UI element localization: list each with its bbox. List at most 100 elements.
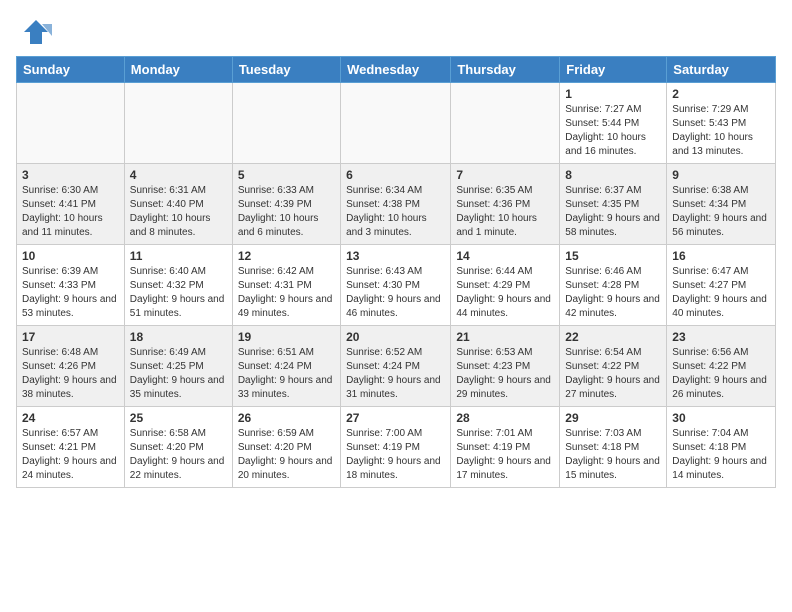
day-cell: 27 Sunrise: 7:00 AM Sunset: 4:19 PM Dayli… xyxy=(341,407,451,488)
day-info: Sunrise: 6:58 AM Sunset: 4:20 PM Dayligh… xyxy=(130,427,227,483)
day-number: 12 xyxy=(238,249,335,263)
day-number: 29 xyxy=(565,411,661,425)
day-info: Sunrise: 6:56 AM Sunset: 4:22 PM Dayligh… xyxy=(672,346,770,402)
day-number: 13 xyxy=(346,249,445,263)
day-info: Sunrise: 6:59 AM Sunset: 4:20 PM Dayligh… xyxy=(238,427,335,483)
day-cell: 9 Sunrise: 6:38 AM Sunset: 4:34 PM Daylig… xyxy=(667,164,776,245)
col-header-wednesday: Wednesday xyxy=(341,57,451,83)
day-cell: 7 Sunrise: 6:35 AM Sunset: 4:36 PM Daylig… xyxy=(451,164,560,245)
day-number: 30 xyxy=(672,411,770,425)
day-cell: 13Sunrise: 6:43 AM Sunset: 4:30 PM Dayli… xyxy=(341,245,451,326)
day-info: Sunrise: 6:30 AM Sunset: 4:41 PM Dayligh… xyxy=(22,184,119,240)
col-header-thursday: Thursday xyxy=(451,57,560,83)
day-cell: 3 Sunrise: 6:30 AM Sunset: 4:41 PM Daylig… xyxy=(17,164,125,245)
day-info: Sunrise: 6:53 AM Sunset: 4:23 PM Dayligh… xyxy=(456,346,554,402)
day-info: Sunrise: 7:04 AM Sunset: 4:18 PM Dayligh… xyxy=(672,427,770,483)
day-info: Sunrise: 6:37 AM Sunset: 4:35 PM Dayligh… xyxy=(565,184,661,240)
day-number: 24 xyxy=(22,411,119,425)
logo xyxy=(20,16,52,48)
week-row-2: 10 Sunrise: 6:39 AM Sunset: 4:33 PM Dayli… xyxy=(17,245,776,326)
day-info: Sunrise: 7:03 AM Sunset: 4:18 PM Dayligh… xyxy=(565,427,661,483)
day-info: Sunrise: 7:29 AM Sunset: 5:43 PM Dayligh… xyxy=(672,103,770,159)
day-number: 26 xyxy=(238,411,335,425)
day-cell: 15Sunrise: 6:46 AM Sunset: 4:28 PM Dayli… xyxy=(560,245,667,326)
day-cell: 11 Sunrise: 6:40 AM Sunset: 4:32 PM Dayli… xyxy=(124,245,232,326)
day-cell: 30 Sunrise: 7:04 AM Sunset: 4:18 PM Dayli… xyxy=(667,407,776,488)
day-info: Sunrise: 6:47 AM Sunset: 4:27 PM Dayligh… xyxy=(672,265,770,321)
week-row-3: 17 Sunrise: 6:48 AM Sunset: 4:26 PM Dayli… xyxy=(17,326,776,407)
day-number: 8 xyxy=(565,168,661,182)
day-cell xyxy=(341,83,451,164)
day-info: Sunrise: 6:57 AM Sunset: 4:21 PM Dayligh… xyxy=(22,427,119,483)
day-cell: 4 Sunrise: 6:31 AM Sunset: 4:40 PM Daylig… xyxy=(124,164,232,245)
day-number: 14 xyxy=(456,249,554,263)
day-cell: 29 Sunrise: 7:03 AM Sunset: 4:18 PM Dayli… xyxy=(560,407,667,488)
day-info: Sunrise: 6:42 AM Sunset: 4:31 PM Dayligh… xyxy=(238,265,335,321)
day-cell: 23 Sunrise: 6:56 AM Sunset: 4:22 PM Dayli… xyxy=(667,326,776,407)
day-info: Sunrise: 6:44 AM Sunset: 4:29 PM Dayligh… xyxy=(456,265,554,321)
day-info: Sunrise: 6:33 AM Sunset: 4:39 PM Dayligh… xyxy=(238,184,335,240)
day-info: Sunrise: 6:49 AM Sunset: 4:25 PM Dayligh… xyxy=(130,346,227,402)
day-number: 28 xyxy=(456,411,554,425)
day-number: 27 xyxy=(346,411,445,425)
day-cell: 10 Sunrise: 6:39 AM Sunset: 4:33 PM Dayli… xyxy=(17,245,125,326)
day-info: Sunrise: 7:00 AM Sunset: 4:19 PM Dayligh… xyxy=(346,427,445,483)
day-cell: 12 Sunrise: 6:42 AM Sunset: 4:31 PM Dayli… xyxy=(232,245,340,326)
day-cell: 2 Sunrise: 7:29 AM Sunset: 5:43 PM Daylig… xyxy=(667,83,776,164)
day-cell: 17 Sunrise: 6:48 AM Sunset: 4:26 PM Dayli… xyxy=(17,326,125,407)
day-info: Sunrise: 6:39 AM Sunset: 4:33 PM Dayligh… xyxy=(22,265,119,321)
header xyxy=(0,0,792,56)
day-number: 17 xyxy=(22,330,119,344)
day-cell: 24 Sunrise: 6:57 AM Sunset: 4:21 PM Dayli… xyxy=(17,407,125,488)
day-cell xyxy=(451,83,560,164)
day-info: Sunrise: 6:52 AM Sunset: 4:24 PM Dayligh… xyxy=(346,346,445,402)
day-info: Sunrise: 6:31 AM Sunset: 4:40 PM Dayligh… xyxy=(130,184,227,240)
week-row-1: 3 Sunrise: 6:30 AM Sunset: 4:41 PM Daylig… xyxy=(17,164,776,245)
day-number: 11 xyxy=(130,249,227,263)
calendar-wrapper: SundayMondayTuesdayWednesdayThursdayFrid… xyxy=(0,56,792,488)
day-info: Sunrise: 6:54 AM Sunset: 4:22 PM Dayligh… xyxy=(565,346,661,402)
day-cell: 21 Sunrise: 6:53 AM Sunset: 4:23 PM Dayli… xyxy=(451,326,560,407)
day-cell: 8 Sunrise: 6:37 AM Sunset: 4:35 PM Daylig… xyxy=(560,164,667,245)
day-info: Sunrise: 6:35 AM Sunset: 4:36 PM Dayligh… xyxy=(456,184,554,240)
day-cell: 26 Sunrise: 6:59 AM Sunset: 4:20 PM Dayli… xyxy=(232,407,340,488)
day-info: Sunrise: 6:46 AM Sunset: 4:28 PM Dayligh… xyxy=(565,265,661,321)
day-cell: 28 Sunrise: 7:01 AM Sunset: 4:19 PM Dayli… xyxy=(451,407,560,488)
day-info: Sunrise: 7:01 AM Sunset: 4:19 PM Dayligh… xyxy=(456,427,554,483)
col-header-sunday: Sunday xyxy=(17,57,125,83)
col-header-friday: Friday xyxy=(560,57,667,83)
day-number: 7 xyxy=(456,168,554,182)
day-info: Sunrise: 6:48 AM Sunset: 4:26 PM Dayligh… xyxy=(22,346,119,402)
day-cell: 16Sunrise: 6:47 AM Sunset: 4:27 PM Dayli… xyxy=(667,245,776,326)
day-number: 21 xyxy=(456,330,554,344)
day-number: 2 xyxy=(672,87,770,101)
day-number: 23 xyxy=(672,330,770,344)
day-info: Sunrise: 6:38 AM Sunset: 4:34 PM Dayligh… xyxy=(672,184,770,240)
calendar: SundayMondayTuesdayWednesdayThursdayFrid… xyxy=(16,56,776,488)
day-number: 5 xyxy=(238,168,335,182)
day-cell xyxy=(124,83,232,164)
day-number: 25 xyxy=(130,411,227,425)
day-info: Sunrise: 6:51 AM Sunset: 4:24 PM Dayligh… xyxy=(238,346,335,402)
day-number: 9 xyxy=(672,168,770,182)
week-row-0: 1Sunrise: 7:27 AM Sunset: 5:44 PM Daylig… xyxy=(17,83,776,164)
logo-icon xyxy=(20,16,52,48)
day-number: 18 xyxy=(130,330,227,344)
day-cell: 5 Sunrise: 6:33 AM Sunset: 4:39 PM Daylig… xyxy=(232,164,340,245)
day-info: Sunrise: 6:40 AM Sunset: 4:32 PM Dayligh… xyxy=(130,265,227,321)
header-row: SundayMondayTuesdayWednesdayThursdayFrid… xyxy=(17,57,776,83)
col-header-monday: Monday xyxy=(124,57,232,83)
day-cell: 1Sunrise: 7:27 AM Sunset: 5:44 PM Daylig… xyxy=(560,83,667,164)
day-number: 10 xyxy=(22,249,119,263)
day-number: 4 xyxy=(130,168,227,182)
day-cell: 19Sunrise: 6:51 AM Sunset: 4:24 PM Dayli… xyxy=(232,326,340,407)
day-info: Sunrise: 7:27 AM Sunset: 5:44 PM Dayligh… xyxy=(565,103,661,159)
day-info: Sunrise: 6:34 AM Sunset: 4:38 PM Dayligh… xyxy=(346,184,445,240)
day-number: 6 xyxy=(346,168,445,182)
day-cell: 14 Sunrise: 6:44 AM Sunset: 4:29 PM Dayli… xyxy=(451,245,560,326)
day-cell: 25 Sunrise: 6:58 AM Sunset: 4:20 PM Dayli… xyxy=(124,407,232,488)
day-cell: 6 Sunrise: 6:34 AM Sunset: 4:38 PM Daylig… xyxy=(341,164,451,245)
day-number: 22 xyxy=(565,330,661,344)
week-row-4: 24 Sunrise: 6:57 AM Sunset: 4:21 PM Dayli… xyxy=(17,407,776,488)
day-number: 3 xyxy=(22,168,119,182)
